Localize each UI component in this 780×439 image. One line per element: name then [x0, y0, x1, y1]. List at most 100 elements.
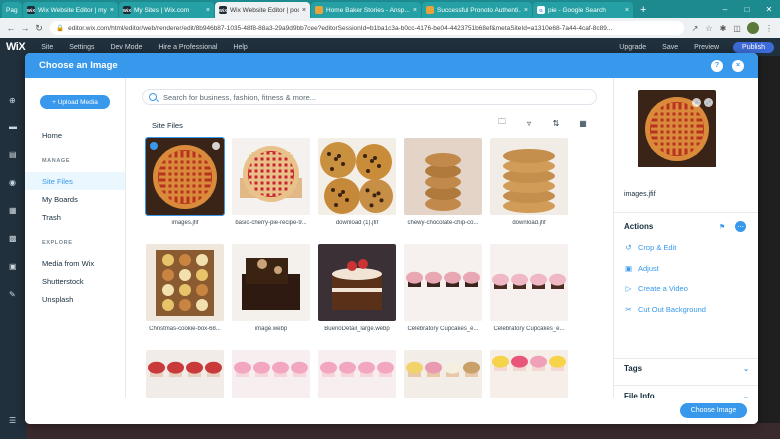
more-actions-icon[interactable]: ⋯ — [735, 221, 746, 232]
wix-header-actions: Upgrade Save Preview Publish — [603, 41, 774, 53]
file-thumbnail[interactable] — [146, 244, 224, 321]
sidebar-item-trash[interactable]: Trash — [25, 208, 125, 226]
cut-out-background-action[interactable]: ✂ Cut Out Background — [624, 305, 706, 314]
profile-avatar[interactable] — [747, 22, 759, 34]
pages-icon[interactable]: ▤ — [9, 150, 18, 159]
bookmark-star-icon[interactable]: ☆ — [702, 24, 716, 33]
tab-close-icon[interactable]: × — [110, 7, 114, 14]
design-icon[interactable]: ◉ — [9, 178, 18, 187]
upgrade-link[interactable]: Upgrade — [619, 44, 646, 51]
file-thumbnail[interactable] — [145, 137, 225, 216]
sidebar-item-shutterstock[interactable]: Shutterstock — [25, 272, 125, 290]
sidebar-item-my-boards[interactable]: My Boards — [25, 190, 125, 208]
file-tile[interactable]: images.jfif — [145, 137, 225, 226]
file-thumbnail[interactable] — [490, 244, 568, 321]
tags-section[interactable]: Tags ⌄ — [624, 364, 749, 373]
forward-icon[interactable]: → — [18, 23, 32, 33]
browser-menu-icon[interactable]: ⋮ — [762, 24, 776, 33]
tab-label: My Sites | Wix.com — [134, 6, 190, 14]
url-field[interactable]: 🔒 editor.wix.com/html/editor/web/rendere… — [50, 21, 684, 35]
sidebar-item-home[interactable]: Home — [25, 126, 125, 144]
file-thumbnail[interactable] — [232, 244, 310, 321]
add-icon[interactable]: ⊕ — [9, 96, 18, 105]
blog-icon[interactable]: ✎ — [9, 290, 18, 299]
filter-icon[interactable]: ▿ — [524, 118, 534, 128]
file-tile[interactable]: download (1).jfif — [318, 138, 396, 226]
file-thumbnail[interactable] — [490, 138, 568, 215]
thumbnail-image — [232, 244, 310, 321]
expand-icon[interactable]: ⤢ — [704, 98, 713, 107]
close-icon[interactable]: × — [732, 59, 744, 72]
save-link[interactable]: Save — [662, 44, 678, 51]
adjust-action[interactable]: ▣ Adjust — [624, 264, 659, 273]
tab-close-icon[interactable]: × — [413, 7, 417, 14]
grid-view-icon[interactable]: ▦ — [578, 118, 588, 128]
file-thumbnail[interactable] — [404, 244, 482, 321]
crop-edit-action[interactable]: ↺ Crop & Edit — [624, 243, 676, 252]
file-caption: Christmas-cookie-box-68... — [149, 326, 221, 332]
file-tile[interactable]: Celebratory Cupcakes_e... — [490, 244, 568, 332]
sort-icon[interactable]: ⇅ — [551, 118, 561, 128]
menu-hire-professional[interactable]: Hire a Professional — [158, 44, 217, 51]
browser-tab[interactable]: Successful Pronoto Authenti... × — [422, 2, 532, 18]
browser-tab[interactable]: WiXWix Website Editor | my-w...× — [23, 2, 118, 18]
browser-tab[interactable]: WiXWix Website Editor | poob...× — [215, 2, 310, 18]
tab-close-icon[interactable]: × — [302, 7, 306, 14]
share-icon[interactable]: ↗ — [688, 24, 702, 33]
preview-link[interactable]: Preview — [694, 44, 719, 51]
file-tile[interactable]: Christmas-cookie-box-68... — [146, 244, 224, 332]
apps-icon[interactable]: ▦ — [9, 206, 18, 215]
upload-media-button[interactable]: + Upload Media — [40, 95, 110, 109]
business-icon[interactable]: ▩ — [9, 234, 18, 243]
media-icon[interactable]: ▣ — [9, 262, 18, 271]
publish-button[interactable]: Publish — [733, 41, 774, 53]
maximize-icon[interactable]: □ — [736, 5, 758, 14]
menu-help[interactable]: Help — [233, 44, 247, 51]
minimize-icon[interactable]: – — [714, 5, 736, 14]
file-tile[interactable]: chewy-chocolate-chip-co... — [404, 138, 482, 226]
layers-icon[interactable]: ☰ — [9, 416, 18, 425]
search-input[interactable]: Search for business, fashion, fitness & … — [142, 89, 597, 105]
close-window-icon[interactable]: ✕ — [758, 5, 780, 14]
menus-icon[interactable]: ▬ — [9, 122, 18, 131]
file-thumbnail[interactable] — [232, 138, 310, 215]
thumbnail-image — [318, 138, 396, 215]
sidebar-icon[interactable]: ◫ — [730, 24, 744, 33]
new-folder-icon[interactable]: 🗀 — [497, 117, 507, 128]
file-tile[interactable]: basic-cherry-pie-recipe-9... — [232, 138, 310, 226]
browser-tab[interactable]: Home Baker Stories - Ansp... × — [311, 2, 421, 18]
reload-icon[interactable]: ↻ — [32, 23, 46, 34]
flag-icon[interactable]: ⚑ — [719, 223, 725, 231]
file-tile[interactable]: download.jfif — [490, 138, 568, 226]
tab-close-icon[interactable]: × — [625, 7, 629, 14]
search-icon — [149, 93, 157, 101]
selected-check-icon[interactable] — [150, 142, 158, 150]
more-options-icon[interactable] — [212, 142, 220, 150]
menu-settings[interactable]: Settings — [69, 44, 94, 51]
file-tile[interactable]: image.webp — [232, 244, 310, 332]
file-tile[interactable]: BuenoDetail_large.webp — [318, 244, 396, 332]
browser-tab[interactable]: Pag — [2, 2, 22, 18]
create-video-action[interactable]: ▷ Create a Video — [624, 284, 688, 293]
choose-image-button[interactable]: Choose Image — [680, 403, 747, 418]
zoom-icon[interactable]: ⌕ — [692, 98, 701, 107]
tab-close-icon[interactable]: × — [206, 7, 210, 14]
file-tile[interactable]: Celebratory Cupcakes_e... — [404, 244, 482, 332]
extensions-icon[interactable]: ✱ — [716, 24, 730, 33]
browser-tab[interactable]: Gpie - Google Search × — [533, 2, 633, 18]
sidebar-item-unsplash[interactable]: Unsplash — [25, 290, 125, 308]
file-thumbnail[interactable] — [404, 138, 482, 215]
new-tab-button[interactable]: + — [634, 2, 652, 18]
sidebar-item-site-files[interactable]: Site Files — [25, 172, 125, 190]
tab-close-icon[interactable]: × — [524, 7, 528, 14]
divider — [614, 212, 758, 213]
file-thumbnail[interactable] — [318, 138, 396, 215]
menu-dev-mode[interactable]: Dev Mode — [110, 44, 142, 51]
help-icon[interactable]: ? — [711, 59, 723, 72]
sidebar-item-media-from-wix[interactable]: Media from Wix — [25, 254, 125, 272]
menu-site[interactable]: Site — [41, 44, 53, 51]
file-thumbnail[interactable] — [318, 244, 396, 321]
back-icon[interactable]: ← — [4, 23, 18, 33]
image-preview: ⌕ ⤢ — [638, 90, 716, 168]
browser-tab[interactable]: WiX My Sites | Wix.com × — [119, 2, 214, 18]
